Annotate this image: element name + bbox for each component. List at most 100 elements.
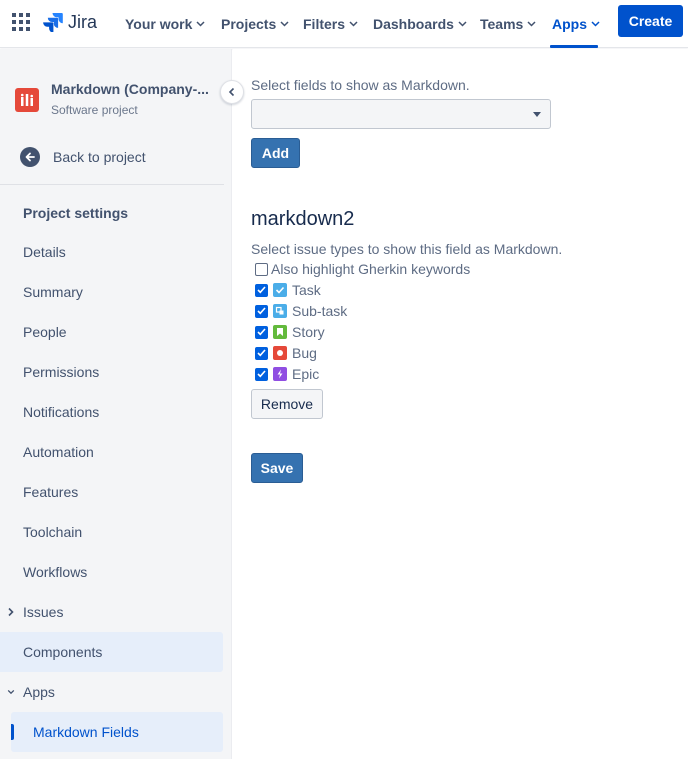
task-icon [273,283,287,297]
project-avatar-icon [20,93,34,106]
sidebar-item-label: Summary [23,284,83,300]
sidebar-item-label: Permissions [23,364,100,380]
sidebar-item-automation[interactable]: Automation [0,432,223,472]
task-checkbox[interactable] [255,283,268,297]
sidebar-item-label: Features [23,484,79,500]
select-fields-label: Select fields to show as Markdown. [251,77,470,93]
bug-icon [273,346,287,360]
active-nav-indicator [550,45,598,48]
back-to-project-label: Back to project [53,149,146,165]
nav-your-work-label: Your work [125,16,193,32]
jira-logo[interactable]: Jira [43,10,97,34]
sidebar-item-label: Automation [23,444,94,460]
checkmark-icon [257,328,266,336]
checkmark-icon [257,349,266,357]
issue-type-label: Story [292,324,325,340]
sidebar-item-details[interactable]: Details [0,232,223,272]
issue-type-bug[interactable]: Bug [255,343,317,363]
sidebar-item-workflows[interactable]: Workflows [0,552,223,592]
issue-type-label: Epic [292,366,320,382]
field-select-dropdown[interactable] [251,99,551,129]
sidebar-divider [0,184,224,185]
nav-projects-label: Projects [221,16,277,32]
nav-projects[interactable]: Projects [221,13,289,35]
story-icon [273,325,287,339]
nav-teams[interactable]: Teams [480,13,536,35]
subtask-checkbox[interactable] [255,304,268,318]
chevron-down-icon [196,21,205,27]
epic-icon [273,367,287,381]
gherkin-checkbox[interactable] [255,262,268,276]
create-button[interactable]: Create [618,5,683,37]
jira-logo-icon [43,13,63,32]
issue-types-label: Select issue types to show this field as… [251,241,563,257]
collapse-sidebar-button[interactable] [220,80,244,104]
nav-filters-label: Filters [303,16,346,32]
top-navigation: Jira Your work Projects Filters Dashboar… [0,0,688,48]
sidebar-item-label: Workflows [23,564,88,580]
sidebar-item-label: Issues [23,604,64,620]
sidebar-item-people[interactable]: People [0,312,223,352]
project-settings-heading: Project settings [23,205,129,221]
epic-checkbox[interactable] [255,367,268,381]
chevron-down-icon [591,21,600,27]
issue-type-label: Sub-task [292,303,348,319]
issue-type-label: Task [292,282,321,298]
sidebar-item-features[interactable]: Features [0,472,223,512]
sidebar-item-summary[interactable]: Summary [0,272,223,312]
sidebar-item-components[interactable]: Components [0,632,223,672]
sidebar-item-apps[interactable]: Apps [0,672,223,712]
chevron-left-icon [228,87,235,97]
chevron-down-icon [458,21,467,27]
project-name: Markdown (Company-... [51,81,209,97]
sidebar-item-label: Toolchain [23,524,83,540]
project-type: Software project [51,103,138,117]
sidebar-item-label: People [23,324,67,340]
sidebar-item-label: Markdown Fields [33,724,139,740]
nav-apps[interactable]: Apps [552,13,600,35]
nav-teams-label: Teams [480,16,524,32]
chevron-down-icon [527,21,536,27]
sidebar-item-issues[interactable]: Issues [0,592,223,632]
issue-type-label: Bug [292,345,317,361]
nav-your-work[interactable]: Your work [125,13,205,35]
project-avatar [15,88,39,112]
sidebar-item-toolchain[interactable]: Toolchain [0,512,223,552]
sidebar-item-notifications[interactable]: Notifications [0,392,223,432]
nav-dashboards[interactable]: Dashboards [373,13,467,35]
selected-indicator [11,724,14,740]
chevron-right-icon [8,607,14,617]
subtask-icon [273,304,287,318]
sidebar-item-permissions[interactable]: Permissions [0,352,223,392]
issue-type-subtask[interactable]: Sub-task [255,301,347,321]
sidebar-item-markdown-fields[interactable]: Markdown Fields [11,712,223,752]
sidebar-item-label: Components [23,644,103,660]
nav-filters[interactable]: Filters [303,13,358,35]
arrow-left-circle-icon [20,147,40,167]
story-checkbox[interactable] [255,325,268,339]
sidebar-item-label: Notifications [23,404,100,420]
issue-type-story[interactable]: Story [255,322,325,342]
bug-checkbox[interactable] [255,346,268,360]
remove-button[interactable]: Remove [251,389,323,419]
checkmark-icon [257,370,266,378]
project-sidebar: Markdown (Company-... Software project B… [0,49,232,759]
add-button[interactable]: Add [251,138,300,168]
jira-logo-text: Jira [68,11,98,32]
field-title: markdown2 [251,208,355,230]
sidebar-item-label: Details [23,244,66,260]
app-switcher-grid-icon[interactable] [12,13,30,31]
nav-dashboards-label: Dashboards [373,16,454,32]
chevron-down-icon [280,21,289,27]
save-button[interactable]: Save [251,453,303,483]
back-to-project-link[interactable]: Back to project [12,141,222,173]
issue-type-epic[interactable]: Epic [255,364,319,384]
checkmark-icon [257,307,266,315]
issue-type-task[interactable]: Task [255,280,321,300]
chevron-down-icon [349,21,358,27]
main-content: Select fields to show as Markdown. Add m… [233,49,688,759]
gherkin-option[interactable]: Also highlight Gherkin keywords [255,259,470,279]
nav-apps-label: Apps [552,16,587,32]
sidebar-item-label: Apps [23,684,55,700]
caret-down-icon [533,112,541,117]
